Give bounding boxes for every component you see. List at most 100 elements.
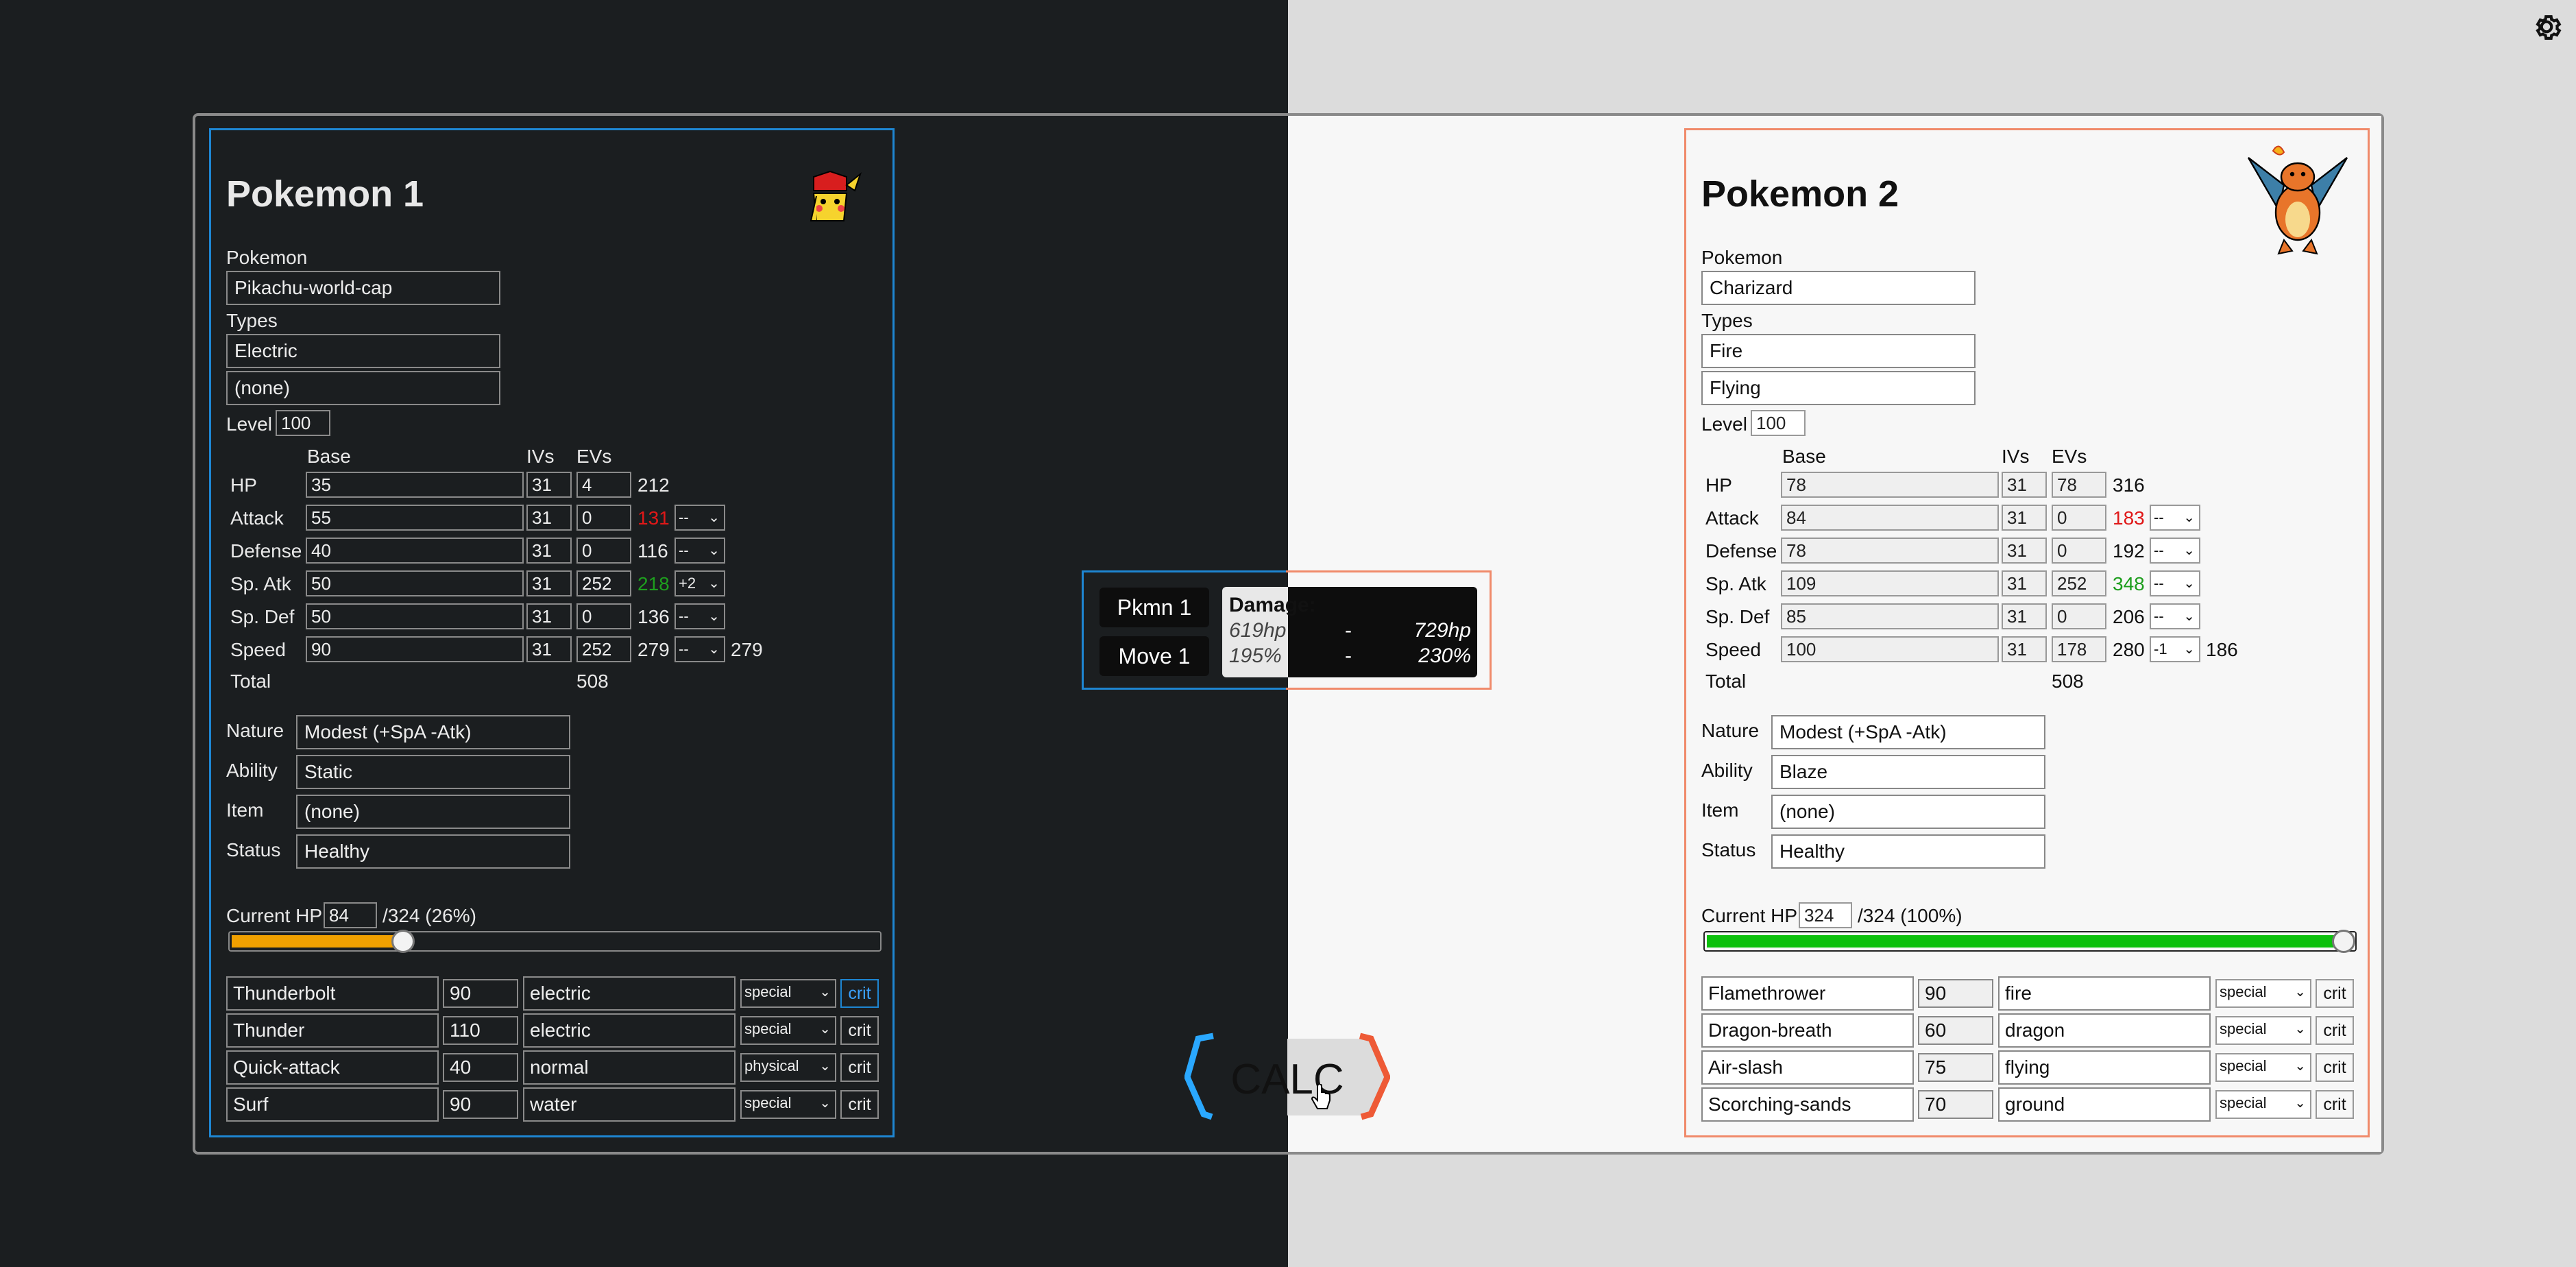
move-type-input[interactable]: flying [1998, 1050, 2211, 1085]
base-stat-input[interactable]: 100 [1781, 636, 1999, 662]
base-stat-input[interactable]: 40 [306, 538, 524, 564]
move-category-select[interactable]: special ⌄ [740, 1016, 836, 1045]
boost-select[interactable]: -- ⌄ [2150, 505, 2200, 531]
pokemon-name-input[interactable]: Charizard [1701, 271, 1976, 305]
type1-input[interactable]: Electric [226, 334, 500, 368]
nature-select[interactable]: Modest (+SpA -Atk) [296, 715, 570, 749]
move-name-input[interactable]: Dragon-breath [1701, 1013, 1914, 1048]
move-name-input[interactable]: Flamethrower [1701, 976, 1914, 1011]
iv-input[interactable]: 31 [526, 538, 572, 564]
move-category-select[interactable]: physical ⌄ [740, 1053, 836, 1082]
ability-input[interactable]: Static [296, 755, 570, 789]
iv-input[interactable]: 31 [526, 570, 572, 596]
current-hp-input[interactable]: 84 [324, 902, 377, 928]
iv-input[interactable]: 31 [526, 505, 572, 531]
move-type-input[interactable]: electric [523, 976, 736, 1011]
ability-input[interactable]: Blaze [1771, 755, 2045, 789]
move-power-input[interactable]: 90 [1918, 979, 1993, 1008]
move-type-input[interactable]: dragon [1998, 1013, 2211, 1048]
ev-input[interactable]: 252 [576, 636, 631, 662]
iv-input[interactable]: 31 [526, 472, 572, 498]
crit-toggle[interactable]: crit [2316, 1016, 2354, 1045]
move-power-input[interactable]: 110 [443, 1016, 518, 1045]
base-stat-input[interactable]: 85 [1781, 603, 1999, 629]
iv-input[interactable]: 31 [2002, 538, 2047, 564]
pkmn-selector-button[interactable]: Pkmn 1 [1099, 588, 1209, 627]
nature-select[interactable]: Modest (+SpA -Atk) [1771, 715, 2045, 749]
calc-button[interactable]: CALC [1184, 1032, 1391, 1121]
type2-input[interactable]: (none) [226, 371, 500, 405]
boost-select[interactable]: -1 ⌄ [2150, 636, 2200, 662]
move-type-input[interactable]: fire [1998, 976, 2211, 1011]
base-stat-input[interactable]: 78 [1781, 472, 1999, 498]
gear-icon[interactable] [2529, 10, 2564, 44]
move-power-input[interactable]: 60 [1918, 1016, 1993, 1045]
iv-input[interactable]: 31 [526, 636, 572, 662]
current-hp-input[interactable]: 324 [1799, 902, 1852, 928]
base-stat-input[interactable]: 50 [306, 603, 524, 629]
move-selector-button[interactable]: Move 1 [1099, 636, 1209, 676]
crit-toggle[interactable]: crit [840, 1053, 879, 1082]
iv-input[interactable]: 31 [2002, 603, 2047, 629]
ev-input[interactable]: 0 [576, 538, 631, 564]
crit-toggle[interactable]: crit [840, 1090, 879, 1119]
ev-input[interactable]: 0 [576, 603, 631, 629]
item-input[interactable]: (none) [296, 795, 570, 829]
hp-slider-thumb[interactable] [391, 930, 415, 953]
move-type-input[interactable]: electric [523, 1013, 736, 1048]
item-input[interactable]: (none) [1771, 795, 2045, 829]
base-stat-input[interactable]: 55 [306, 505, 524, 531]
ev-input[interactable]: 178 [2052, 636, 2106, 662]
hp-slider-track[interactable] [1703, 931, 2357, 952]
move-type-input[interactable]: ground [1998, 1087, 2211, 1122]
iv-input[interactable]: 31 [2002, 472, 2047, 498]
crit-toggle[interactable]: crit [840, 1016, 879, 1045]
ev-input[interactable]: 0 [2052, 603, 2106, 629]
move-power-input[interactable]: 90 [443, 1090, 518, 1119]
ev-input[interactable]: 252 [576, 570, 631, 596]
base-stat-input[interactable]: 78 [1781, 538, 1999, 564]
boost-select[interactable]: -- ⌄ [675, 538, 725, 564]
move-category-select[interactable]: special ⌄ [740, 979, 836, 1008]
move-category-select[interactable]: special ⌄ [2215, 1053, 2311, 1082]
ev-input[interactable]: 78 [2052, 472, 2106, 498]
crit-toggle[interactable]: crit [840, 979, 879, 1008]
boost-select[interactable]: -- ⌄ [675, 636, 725, 662]
base-stat-input[interactable]: 90 [306, 636, 524, 662]
level-input[interactable]: 100 [1751, 410, 1806, 436]
move-name-input[interactable]: Scorching-sands [1701, 1087, 1914, 1122]
ev-input[interactable]: 0 [576, 505, 631, 531]
move-power-input[interactable]: 70 [1918, 1090, 1993, 1119]
crit-toggle[interactable]: crit [2316, 1090, 2354, 1119]
hp-slider-track[interactable] [228, 931, 882, 952]
pokemon-name-input[interactable]: Pikachu-world-cap [226, 271, 500, 305]
move-name-input[interactable]: Surf [226, 1087, 439, 1122]
boost-select[interactable]: -- ⌄ [2150, 603, 2200, 629]
base-stat-input[interactable]: 84 [1781, 505, 1999, 531]
move-name-input[interactable]: Quick-attack [226, 1050, 439, 1085]
iv-input[interactable]: 31 [2002, 636, 2047, 662]
boost-select[interactable]: +2 ⌄ [675, 570, 725, 596]
boost-select[interactable]: -- ⌄ [675, 505, 725, 531]
base-stat-input[interactable]: 109 [1781, 570, 1999, 596]
hp-slider-thumb[interactable] [2332, 930, 2355, 953]
move-name-input[interactable]: Air-slash [1701, 1050, 1914, 1085]
move-name-input[interactable]: Thunder [226, 1013, 439, 1048]
ev-input[interactable]: 0 [2052, 538, 2106, 564]
move-category-select[interactable]: special ⌄ [740, 1090, 836, 1119]
type1-input[interactable]: Fire [1701, 334, 1976, 368]
move-category-select[interactable]: special ⌄ [2215, 1016, 2311, 1045]
boost-select[interactable]: -- ⌄ [2150, 570, 2200, 596]
type2-input[interactable]: Flying [1701, 371, 1976, 405]
move-category-select[interactable]: special ⌄ [2215, 1090, 2311, 1119]
crit-toggle[interactable]: crit [2316, 979, 2354, 1008]
move-power-input[interactable]: 40 [443, 1053, 518, 1082]
iv-input[interactable]: 31 [2002, 505, 2047, 531]
iv-input[interactable]: 31 [526, 603, 572, 629]
status-select[interactable]: Healthy [296, 834, 570, 869]
move-type-input[interactable]: normal [523, 1050, 736, 1085]
move-power-input[interactable]: 90 [443, 979, 518, 1008]
base-stat-input[interactable]: 50 [306, 570, 524, 596]
crit-toggle[interactable]: crit [2316, 1053, 2354, 1082]
base-stat-input[interactable]: 35 [306, 472, 524, 498]
